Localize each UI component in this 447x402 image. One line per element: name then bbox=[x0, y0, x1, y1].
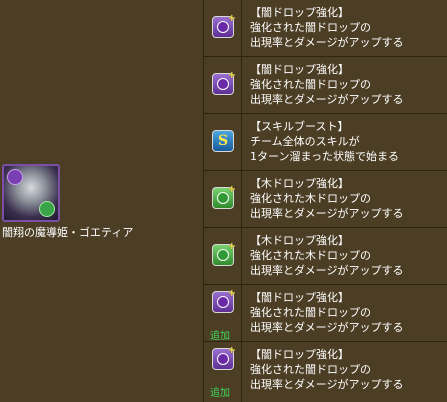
awakening-row: + 【木ドロップ強化】 強化された木ドロップの 出現率とダメージがアップする bbox=[204, 228, 447, 285]
awakening-text-line2: 出現率とダメージがアップする bbox=[250, 36, 404, 49]
awakening-list: + 【闇ドロップ強化】 強化された闇ドロップの 出現率とダメージがアップする +… bbox=[204, 0, 447, 402]
dark-orb-enhance-icon[interactable]: + bbox=[212, 288, 236, 313]
awakening-description: 【闇ドロップ強化】 強化された闇ドロップの 出現率とダメージがアップする bbox=[250, 290, 445, 335]
awakening-description: 【闇ドロップ強化】 強化された闇ドロップの 出現率とダメージがアップする bbox=[250, 5, 445, 50]
awakening-description: 【木ドロップ強化】 強化された木ドロップの 出現率とダメージがアップする bbox=[250, 176, 445, 221]
awakening-table: 闇翔の魔導姫・ゴエティア + 【闇ドロップ強化】 強化された闇ドロップの 出現率… bbox=[0, 0, 447, 402]
awakening-text-line1: チーム全体のスキルが bbox=[250, 135, 360, 148]
awakening-title: 【木ドロップ強化】 bbox=[250, 234, 349, 247]
awakening-title: 【闇ドロップ強化】 bbox=[250, 6, 349, 19]
dark-orb-enhance-icon[interactable]: + bbox=[212, 345, 236, 370]
awakening-title: 【闇ドロップ強化】 bbox=[250, 348, 349, 361]
character-portrait[interactable] bbox=[2, 164, 60, 222]
awakening-text-line2: 出現率とダメージがアップする bbox=[250, 207, 404, 220]
awakening-text-line2: 出現率とダメージがアップする bbox=[250, 93, 404, 106]
awakening-icon-cell: + 追加 bbox=[204, 285, 242, 342]
awakening-row: S 【スキルブースト】 チーム全体のスキルが 1ターン溜まった状態で始まる bbox=[204, 114, 447, 171]
awakening-row-super: + 追加 【闇ドロップ強化】 強化された闇ドロップの 出現率とダメージがアップす… bbox=[204, 342, 447, 402]
awakening-row: + 【木ドロップ強化】 強化された木ドロップの 出現率とダメージがアップする bbox=[204, 171, 447, 228]
awakening-description: 【スキルブースト】 チーム全体のスキルが 1ターン溜まった状態で始まる bbox=[250, 119, 445, 164]
awakening-text-line1: 強化された闇ドロップの bbox=[250, 363, 371, 376]
awakening-title: 【闇ドロップ強化】 bbox=[250, 63, 349, 76]
awakening-title: 【木ドロップ強化】 bbox=[250, 177, 349, 190]
wood-attribute-icon bbox=[39, 201, 55, 217]
wood-orb-enhance-icon[interactable]: + bbox=[212, 241, 236, 266]
awakening-text-line2: 出現率とダメージがアップする bbox=[250, 321, 404, 334]
awakening-text-line1: 強化された木ドロップの bbox=[250, 192, 371, 205]
awakening-icon-cell: S bbox=[204, 114, 242, 170]
dark-attribute-icon bbox=[7, 169, 23, 185]
character-column: 闇翔の魔導姫・ゴエティア bbox=[0, 0, 204, 402]
dark-orb-enhance-icon[interactable]: + bbox=[212, 70, 236, 95]
awakening-row: + 【闇ドロップ強化】 強化された闇ドロップの 出現率とダメージがアップする bbox=[204, 0, 447, 57]
awakening-text-line2: 出現率とダメージがアップする bbox=[250, 264, 404, 277]
skill-boost-icon[interactable]: S bbox=[212, 130, 234, 152]
awakening-text-line1: 強化された闇ドロップの bbox=[250, 21, 371, 34]
added-tag: 追加 bbox=[210, 331, 230, 342]
awakening-row-super: + 追加 【闇ドロップ強化】 強化された闇ドロップの 出現率とダメージがアップす… bbox=[204, 285, 447, 342]
awakening-text-line1: 強化された闇ドロップの bbox=[250, 78, 371, 91]
awakening-text-line2: 出現率とダメージがアップする bbox=[250, 378, 404, 391]
awakening-description: 【闇ドロップ強化】 強化された闇ドロップの 出現率とダメージがアップする bbox=[250, 347, 445, 392]
character-name: 闇翔の魔導姫・ゴエティア bbox=[2, 226, 134, 239]
awakening-icon-cell: + bbox=[204, 0, 242, 56]
awakening-row: + 【闇ドロップ強化】 強化された闇ドロップの 出現率とダメージがアップする bbox=[204, 57, 447, 114]
awakening-icon-cell: + bbox=[204, 171, 242, 227]
wood-orb-enhance-icon[interactable]: + bbox=[212, 184, 236, 209]
character-cell: 闇翔の魔導姫・ゴエティア bbox=[2, 164, 202, 240]
added-tag: 追加 bbox=[210, 388, 230, 399]
awakening-icon-cell: + 追加 bbox=[204, 342, 242, 402]
awakening-icon-cell: + bbox=[204, 228, 242, 284]
awakening-text-line1: 強化された木ドロップの bbox=[250, 249, 371, 262]
awakening-description: 【闇ドロップ強化】 強化された闇ドロップの 出現率とダメージがアップする bbox=[250, 62, 445, 107]
awakening-icon-cell: + bbox=[204, 57, 242, 113]
awakening-title: 【闇ドロップ強化】 bbox=[250, 291, 349, 304]
awakening-text-line1: 強化された闇ドロップの bbox=[250, 306, 371, 319]
dark-orb-enhance-icon[interactable]: + bbox=[212, 13, 236, 38]
awakening-text-line2: 1ターン溜まった状態で始まる bbox=[250, 150, 400, 163]
awakening-title: 【スキルブースト】 bbox=[250, 120, 349, 133]
awakening-description: 【木ドロップ強化】 強化された木ドロップの 出現率とダメージがアップする bbox=[250, 233, 445, 278]
